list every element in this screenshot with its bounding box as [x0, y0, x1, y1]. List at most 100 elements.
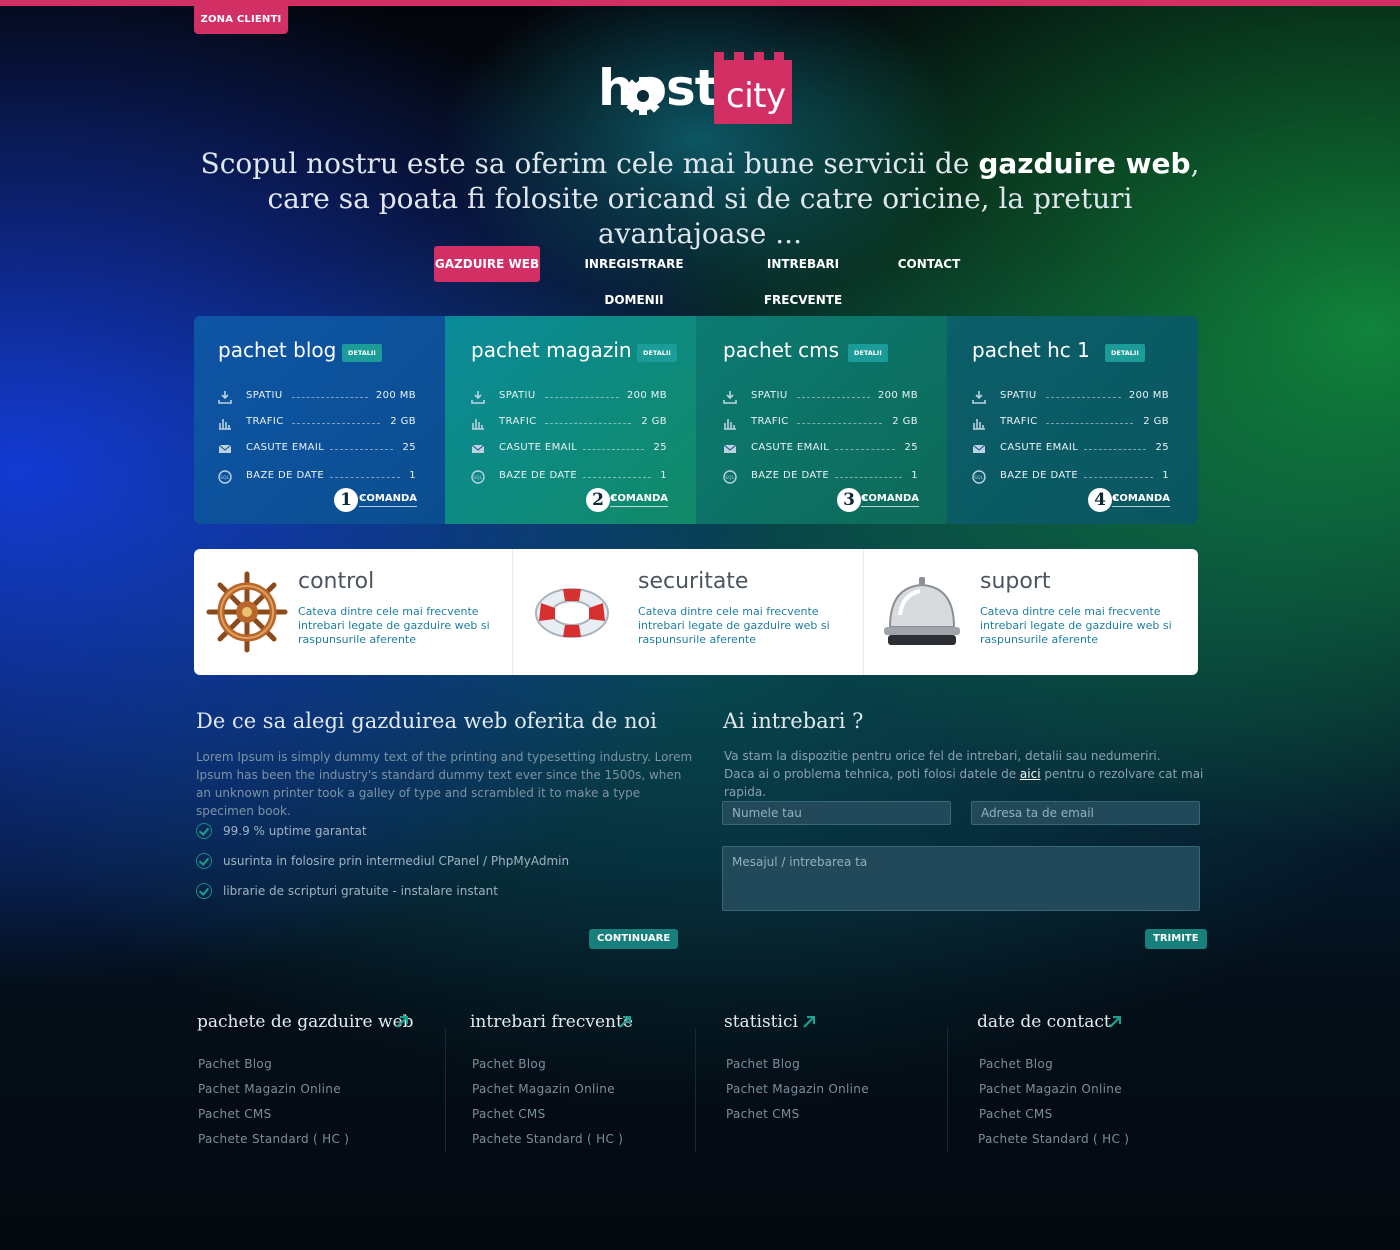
- continue-button[interactable]: CONTINUARE: [589, 929, 679, 949]
- sql-icon: SQL: [218, 470, 232, 484]
- name-input[interactable]: Numele tau: [722, 801, 951, 825]
- dotted-leader: [292, 397, 368, 398]
- row-label: CASUTE EMAIL: [1000, 442, 1079, 453]
- package-row-trafic: TRAFIC 2 GB: [972, 414, 1169, 432]
- bar-chart-icon: [724, 419, 736, 430]
- package-row-email: CASUTE EMAIL 25: [972, 440, 1169, 458]
- package-title: pachet magazin: [471, 338, 632, 362]
- package-row-db: SQL BAZE DE DATE 1: [471, 468, 667, 486]
- arrow-icon: [1109, 1016, 1121, 1028]
- dotted-leader: [583, 477, 651, 478]
- feature-securitate[interactable]: securitate Cateva dintre cele mai frecve…: [513, 549, 863, 675]
- client-area-button[interactable]: ZONA CLIENTI: [194, 6, 288, 34]
- svg-text:SQL: SQL: [220, 475, 230, 480]
- package-row-spatiu: SPATIU 200 MB: [723, 388, 918, 406]
- tagline-text-1: Scopul nostru este sa oferim cele mai bu…: [200, 147, 979, 180]
- here-link[interactable]: aici: [1020, 767, 1041, 781]
- message-textarea[interactable]: Mesajul / intrebarea ta: [722, 846, 1200, 911]
- details-badge[interactable]: DETALII: [342, 344, 382, 362]
- row-value: 2 GB: [390, 416, 416, 427]
- package-row-db: SQL BAZE DE DATE 1: [723, 468, 918, 486]
- row-label: CASUTE EMAIL: [499, 442, 578, 453]
- price-badge: 4 €: [1088, 488, 1118, 512]
- order-button[interactable]: COMANDA: [610, 493, 668, 507]
- footer-link[interactable]: Pachet CMS: [979, 1107, 1053, 1121]
- row-value: 25: [1155, 442, 1169, 453]
- svg-text:SQL: SQL: [473, 475, 483, 480]
- nav-contact[interactable]: CONTACT: [896, 246, 962, 282]
- ask-title: Ai intrebari ?: [723, 709, 864, 733]
- feature-suport[interactable]: suport Cateva dintre cele mai frecvente …: [864, 549, 1198, 675]
- mail-icon: [972, 444, 986, 453]
- svg-text:SQL: SQL: [725, 475, 735, 480]
- download-icon: [723, 391, 737, 404]
- order-button[interactable]: COMANDA: [359, 493, 417, 507]
- row-label: BAZE DE DATE: [751, 470, 830, 481]
- feature-desc: Cateva dintre cele mai frecvente intreba…: [298, 605, 490, 646]
- send-button[interactable]: TRIMITE: [1145, 929, 1207, 949]
- package-row-spatiu: SPATIU 200 MB: [218, 388, 416, 406]
- order-button[interactable]: COMANDA: [861, 493, 919, 507]
- footer-link[interactable]: Pachet Blog: [979, 1057, 1053, 1071]
- row-label: CASUTE EMAIL: [246, 442, 325, 453]
- row-value: 2 GB: [892, 416, 918, 427]
- package-title: pachet cms: [723, 338, 840, 362]
- dotted-leader: [545, 397, 619, 398]
- price-value: 2: [592, 490, 604, 510]
- details-badge[interactable]: DETALII: [637, 344, 677, 362]
- feature-control[interactable]: control Cateva dintre cele mai frecvente…: [194, 549, 512, 675]
- footer-link[interactable]: Pachet Blog: [726, 1057, 800, 1071]
- dotted-leader: [330, 477, 400, 478]
- nav-gazduire-web[interactable]: GAZDUIRE WEB: [434, 246, 540, 282]
- footer-link[interactable]: Pachet CMS: [198, 1107, 272, 1121]
- row-label: SPATIU: [246, 390, 283, 401]
- price-value: 4: [1094, 490, 1106, 510]
- tagline: Scopul nostru este sa oferim cele mai bu…: [190, 146, 1210, 251]
- logo-host-text: host: [598, 59, 719, 117]
- details-badge[interactable]: DETALII: [1105, 344, 1145, 362]
- row-label: TRAFIC: [751, 416, 789, 427]
- row-label: TRAFIC: [1000, 416, 1038, 427]
- divider: [695, 1028, 696, 1152]
- arrow-icon: [396, 1016, 408, 1028]
- mail-icon: [218, 444, 232, 453]
- package-card: pachet magazin DETALII SPATIU 200 MB TRAFIC 2…: [445, 316, 696, 524]
- feature-title: suport: [980, 569, 1051, 594]
- footer-column-title: statistici: [724, 1012, 798, 1032]
- feature-title: control: [298, 569, 375, 594]
- feature-desc: Cateva dintre cele mai frecvente intreba…: [638, 605, 830, 646]
- footer-link[interactable]: Pachet Magazin Online: [472, 1082, 615, 1096]
- download-icon: [471, 391, 485, 404]
- check-icon: [196, 883, 212, 899]
- price-badge: 1 €: [334, 488, 364, 512]
- price-value: 1: [340, 490, 352, 510]
- row-value: 25: [904, 442, 918, 453]
- nav-intrebari-frecvente[interactable]: INTREBARI FRECVENTE: [730, 246, 876, 307]
- row-value: 1: [911, 470, 918, 481]
- footer-link[interactable]: Pachete Standard ( HC ): [978, 1132, 1129, 1146]
- footer-link[interactable]: Pachet Magazin Online: [979, 1082, 1122, 1096]
- footer-link[interactable]: Pachet Blog: [472, 1057, 546, 1071]
- footer-link[interactable]: Pachet Magazin Online: [198, 1082, 341, 1096]
- footer-link[interactable]: Pachet Blog: [198, 1057, 272, 1071]
- row-value: 25: [653, 442, 667, 453]
- email-input[interactable]: Adresa ta de email: [971, 801, 1200, 825]
- why-text: Lorem Ipsum is simply dummy text of the …: [196, 750, 693, 818]
- download-icon: [218, 391, 232, 404]
- main-nav: GAZDUIRE WEB INREGISTRARE DOMENII INTREB…: [0, 246, 1400, 307]
- mail-icon: [723, 444, 737, 453]
- details-badge[interactable]: DETALII: [848, 344, 888, 362]
- order-button[interactable]: COMANDA: [1112, 493, 1170, 507]
- footer-link[interactable]: Pachete Standard ( HC ): [198, 1132, 349, 1146]
- dotted-leader: [292, 423, 380, 424]
- footer-link[interactable]: Pachet CMS: [472, 1107, 546, 1121]
- footer-link[interactable]: Pachet CMS: [726, 1107, 800, 1121]
- package-row-spatiu: SPATIU 200 MB: [471, 388, 667, 406]
- why-bullet: usurinta in folosire prin intermediul CP…: [223, 854, 570, 868]
- footer-link[interactable]: Pachete Standard ( HC ): [472, 1132, 623, 1146]
- row-label: BAZE DE DATE: [1000, 470, 1079, 481]
- footer-link[interactable]: Pachet Magazin Online: [726, 1082, 869, 1096]
- nav-inregistrare-domenii[interactable]: INREGISTRARE DOMENII: [558, 246, 710, 307]
- tagline-bold: gazduire web: [978, 147, 1191, 180]
- divider: [947, 1028, 948, 1152]
